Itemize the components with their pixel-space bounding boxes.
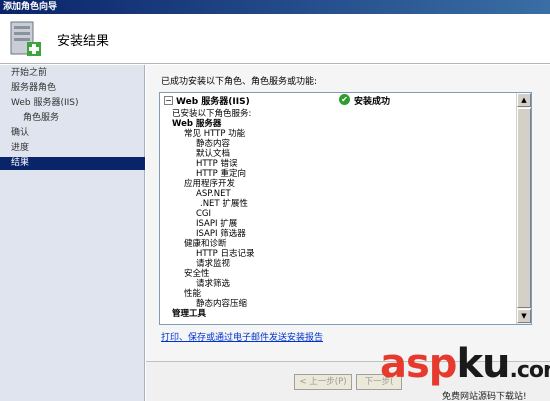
tree-item: 请求监视 <box>196 259 231 269</box>
intro-text: 已成功安装以下角色、角色服务或功能: <box>161 77 318 87</box>
aspku-watermark-logo: aspku.com 免费网站源码下载站! <box>380 344 550 401</box>
watermark-brand-ku: ku <box>456 341 510 387</box>
tree-item: Web 服务器 <box>172 119 222 129</box>
collapse-icon[interactable]: − <box>164 96 173 105</box>
tree-item: 应用程序开发 <box>184 179 236 189</box>
step-results[interactable]: 结果 <box>0 157 145 170</box>
step-confirmation[interactable]: 确认 <box>0 127 145 140</box>
tree-item: HTTP 错误 <box>196 159 238 169</box>
tree-item: 已安装以下角色服务: <box>172 109 252 119</box>
tree-item: 静态内容 <box>196 139 231 149</box>
print-save-email-report-link[interactable]: 打印、保存或通过电子邮件发送安装报告 <box>161 330 323 343</box>
tree-item: 请求筛选 <box>196 279 231 289</box>
step-before-you-begin[interactable]: 开始之前 <box>0 67 145 80</box>
tree-item: ASP.NET <box>196 189 231 199</box>
tree-item: 健康和诊断 <box>184 239 227 249</box>
success-check-icon: ✔ <box>339 94 350 105</box>
step-role-services[interactable]: 角色服务 <box>0 112 145 125</box>
watermark-brand-com: .com <box>509 358 550 383</box>
wizard-header: 安装结果 <box>0 14 550 64</box>
tree-item: 安全性 <box>184 269 210 279</box>
tree-item: .NET 扩展性 <box>200 199 248 209</box>
tree-item: HTTP 重定向 <box>196 169 246 179</box>
step-server-roles[interactable]: 服务器角色 <box>0 82 145 95</box>
previous-button[interactable]: < 上一步(P) <box>294 374 352 390</box>
tree-item: 管理工具 <box>172 309 207 319</box>
watermark-brand: asp <box>380 341 457 387</box>
scroll-up-icon[interactable]: ▲ <box>517 93 531 107</box>
tree-item: HTTP 日志记录 <box>196 249 255 259</box>
scroll-down-icon[interactable]: ▼ <box>517 309 531 323</box>
tree-item: 常见 HTTP 功能 <box>184 129 246 139</box>
tree-item: 默认文档 <box>196 149 231 159</box>
scroll-thumb[interactable] <box>517 108 531 308</box>
tree-item: ISAPI 筛选器 <box>196 229 246 239</box>
role-title: Web 服务器(IIS) <box>176 97 250 107</box>
results-list[interactable]: − Web 服务器(IIS) ✔ 安装成功 已安装以下角色服务: Web 服务器… <box>159 92 532 325</box>
install-status: 安装成功 <box>354 97 391 107</box>
tree-item: ISAPI 扩展 <box>196 219 238 229</box>
wizard-steps: 开始之前 服务器角色 Web 服务器(IIS) 角色服务 确认 进度 结果 <box>0 65 145 401</box>
step-progress[interactable]: 进度 <box>0 142 145 155</box>
tree-item: 静态内容压缩 <box>196 299 248 309</box>
vertical-scrollbar[interactable]: ▲ ▼ <box>516 93 531 324</box>
role-row[interactable]: − Web 服务器(IIS) ✔ 安装成功 <box>160 93 517 107</box>
tree-item: CGI <box>196 209 212 219</box>
page-title: 安装结果 <box>57 34 110 49</box>
step-web-server-iis[interactable]: Web 服务器(IIS) <box>0 97 145 110</box>
tree-item: 性能 <box>184 289 202 299</box>
window-title: 添加角色向导 <box>0 0 550 14</box>
server-install-icon <box>10 21 41 56</box>
